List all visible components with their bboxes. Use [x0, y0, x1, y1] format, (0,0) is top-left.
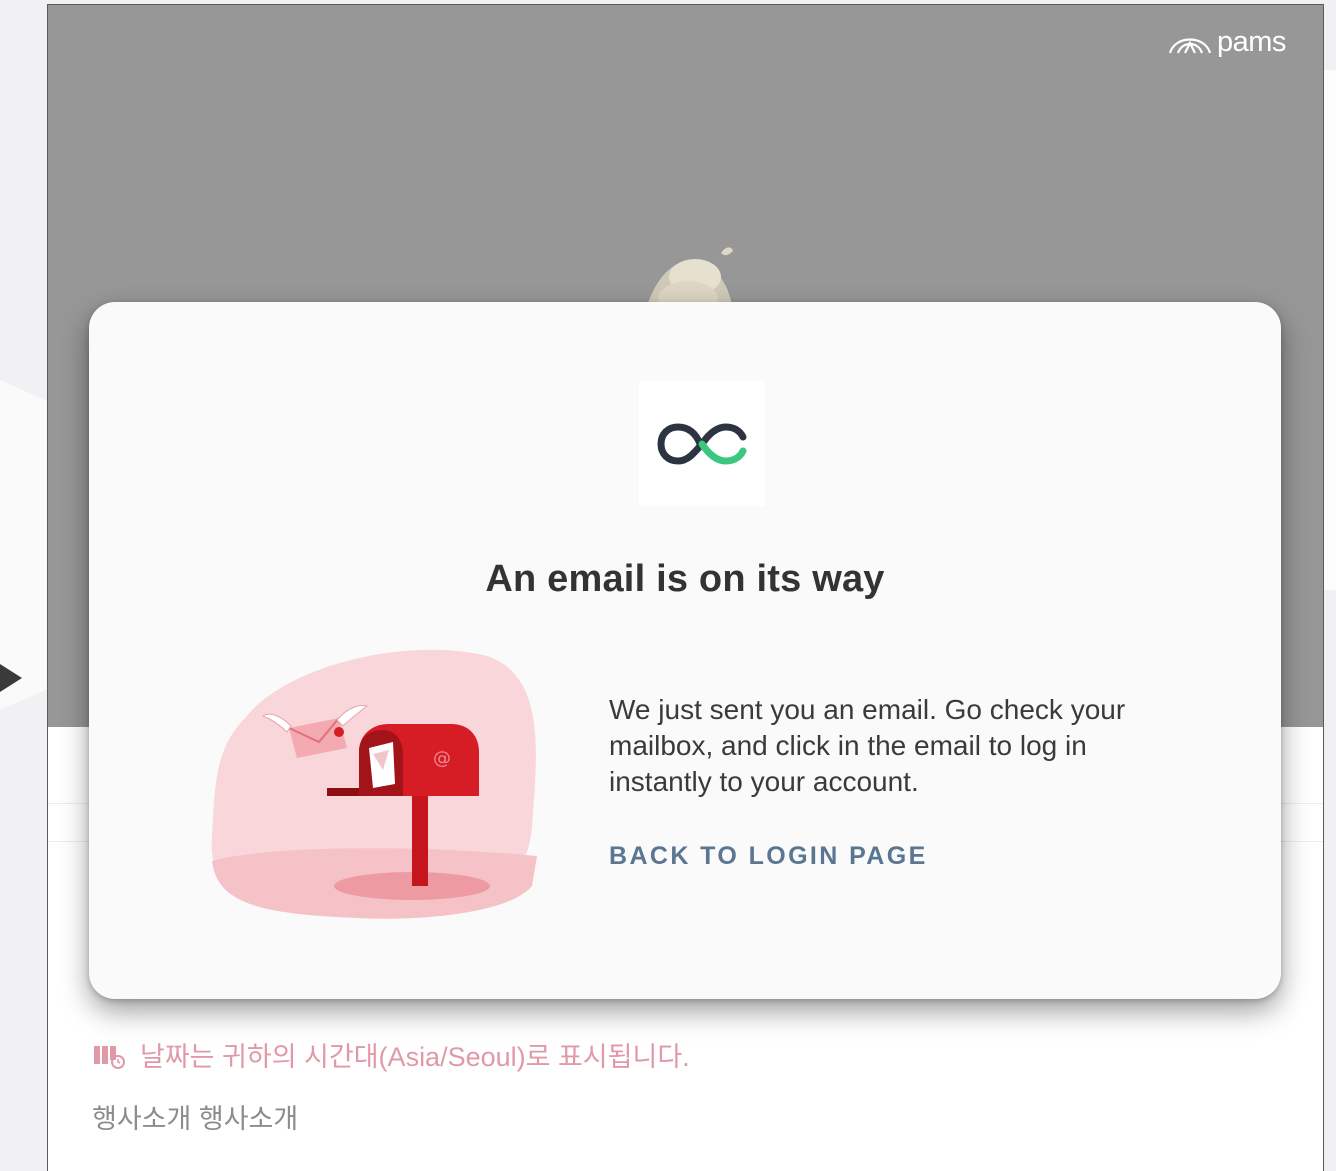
- infinity-logo-icon: [657, 422, 747, 465]
- modal-title: An email is on its way: [485, 558, 885, 600]
- timezone-note-text: 날짜는 귀하의 시간대(Asia/Seoul)로 표시됩니다.: [140, 1042, 690, 1072]
- mailbox-illustration: @: [211, 649, 537, 919]
- svg-text:@: @: [433, 748, 451, 769]
- app-logo: [639, 381, 765, 506]
- arrow-icon: [0, 664, 22, 692]
- email-sent-modal: An email is on its way @ We just sent yo…: [89, 302, 1281, 999]
- pams-arc-icon: [1168, 38, 1212, 54]
- brand-name: pams: [1217, 25, 1286, 58]
- event-intro-heading: 행사소개 행사소개: [92, 1104, 299, 1134]
- back-to-login-link[interactable]: BACK TO LOGIN PAGE: [609, 842, 928, 871]
- confirmation-message: We just sent you an email. Go check your…: [609, 694, 1126, 797]
- screen: pams 날짜는 귀하의 시간대(Asia/Seoul)로 표시됩니다. 행사소…: [0, 0, 1336, 1171]
- timezone-note: 날짜는 귀하의 시간대(Asia/Seoul)로 표시됩니다.: [92, 1035, 690, 1074]
- pams-logo[interactable]: pams: [1167, 23, 1293, 61]
- calendar-clock-icon: [94, 1045, 125, 1069]
